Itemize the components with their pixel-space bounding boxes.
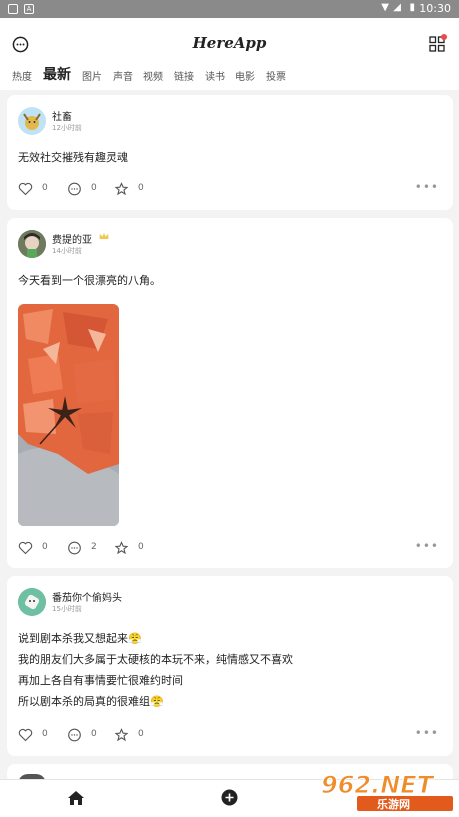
- post-card[interactable]: 番茄你个偷妈头 15小时前 说到剧本杀我又想起来😤 我的朋友们大多属于太硬核的本…: [7, 576, 453, 756]
- post-username[interactable]: 社畜: [52, 108, 72, 123]
- wifi-icon: ▼: [381, 2, 389, 13]
- more-options-icon[interactable]: •••: [415, 180, 439, 194]
- watermark-logo: 962.NET 乐游网: [317, 767, 457, 812]
- post-actions: 0 2 0: [18, 541, 318, 555]
- notification-icon: [8, 4, 18, 14]
- post-card[interactable]: 社畜 12小时前 无效社交摧残有趣灵魂 0 0 0 •••: [7, 95, 453, 210]
- comment-count: 0: [91, 729, 97, 739]
- notification-dot: [441, 34, 447, 40]
- post-text-line: 说到剧本杀我又想起来😤: [18, 632, 142, 645]
- favorite-count: 0: [138, 729, 144, 739]
- heart-icon: [18, 728, 33, 742]
- post-text: 今天看到一个很漂亮的八角。: [18, 274, 161, 287]
- add-post-icon[interactable]: [221, 789, 238, 806]
- avatar[interactable]: [18, 230, 46, 258]
- status-time: 10:30: [419, 2, 451, 15]
- like-count: 0: [42, 542, 48, 552]
- heart-icon: [18, 182, 33, 196]
- like-count: 0: [42, 183, 48, 193]
- post-username[interactable]: 费提的亚: [52, 231, 92, 246]
- post-photo[interactable]: [18, 304, 119, 526]
- avatar-image: [23, 113, 41, 130]
- post-username[interactable]: 番茄你个偷妈头: [52, 589, 122, 604]
- post-actions: 0 0 0: [18, 182, 318, 196]
- post-text-line: 所以剧本杀的局真的很难组😤: [18, 695, 164, 708]
- avatar-image: [18, 588, 46, 616]
- avatar[interactable]: [18, 107, 46, 135]
- tab-links[interactable]: 链接: [174, 68, 194, 83]
- home-icon[interactable]: [67, 790, 85, 806]
- comment-count: 0: [91, 183, 97, 193]
- tomato-star-anise-image: [18, 304, 119, 526]
- avatar-image: [18, 230, 46, 258]
- tab-latest[interactable]: 最新: [43, 64, 71, 84]
- comment-icon: [68, 541, 81, 555]
- star-icon: [114, 541, 129, 555]
- tab-hot[interactable]: 热度: [12, 68, 32, 83]
- tab-images[interactable]: 图片: [82, 68, 102, 83]
- tab-movies[interactable]: 电影: [235, 68, 255, 83]
- tab-audio[interactable]: 声音: [113, 68, 133, 83]
- signal-icon: ◢: [393, 2, 401, 13]
- more-options-icon[interactable]: •••: [415, 539, 439, 553]
- status-bar: A ▼ ◢ ▮ 10:30: [0, 0, 459, 18]
- star-icon: [114, 728, 129, 742]
- tab-video[interactable]: 视频: [143, 68, 163, 83]
- post-text: 无效社交摧残有趣灵魂: [18, 151, 128, 164]
- comment-icon: [68, 728, 81, 742]
- comment-count: 2: [91, 542, 97, 552]
- app-title: HereApp: [192, 34, 267, 52]
- like-count: 0: [42, 729, 48, 739]
- comment-icon: [68, 182, 81, 196]
- battery-icon: ▮: [409, 2, 415, 13]
- post-actions: 0 0 0: [18, 728, 318, 742]
- avatar[interactable]: [18, 588, 46, 616]
- watermark-graphic: 962.NET 乐游网: [321, 771, 453, 811]
- watermark-subtext: 乐游网: [377, 797, 410, 811]
- heart-icon: [18, 541, 33, 555]
- favorite-count: 0: [138, 183, 144, 193]
- star-icon: [114, 182, 129, 196]
- app-notification-icon: A: [24, 4, 34, 14]
- app-header: HereApp 热度 最新 图片 声音 视频 链接 读书 电影 投票: [0, 18, 459, 90]
- post-text-line: 我的朋友们大多属于太硬核的本玩不来，纯情感又不喜欢: [18, 653, 293, 666]
- tab-books[interactable]: 读书: [205, 68, 225, 83]
- more-options-icon[interactable]: •••: [415, 726, 439, 740]
- favorite-count: 0: [138, 542, 144, 552]
- post-time: 14小时前: [52, 247, 82, 255]
- post-text-line: 再加上各自有事情要忙很难约时间: [18, 674, 183, 687]
- tab-polls[interactable]: 投票: [266, 68, 286, 83]
- post-time: 12小时前: [52, 124, 82, 132]
- post-time: 15小时前: [52, 605, 82, 613]
- watermark-text: 962.NET: [321, 771, 435, 799]
- crown-icon: [99, 233, 109, 239]
- post-card[interactable]: 费提的亚 14小时前 今天看到一个很漂亮的八角。 0 2 0 •••: [7, 218, 453, 568]
